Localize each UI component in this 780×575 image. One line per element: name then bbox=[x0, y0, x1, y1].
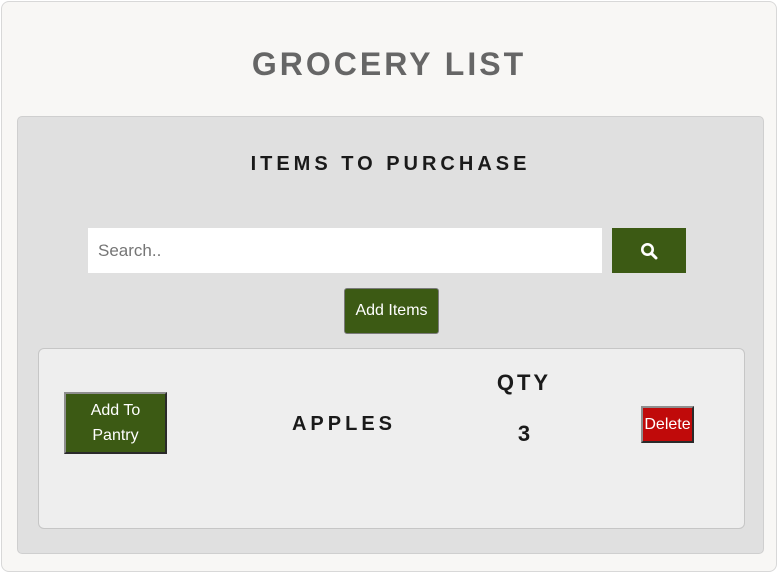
search-button[interactable] bbox=[612, 228, 686, 273]
search-input[interactable] bbox=[88, 228, 602, 273]
items-panel: ITEMS TO PURCHASE Add Items Add To Pantr… bbox=[17, 116, 764, 554]
app-container: GROCERY LIST ITEMS TO PURCHASE Add Items… bbox=[1, 1, 777, 572]
add-to-pantry-button[interactable]: Add To Pantry bbox=[64, 392, 167, 454]
qty-value: 3 bbox=[517, 421, 531, 446]
list-item: Add To Pantry APPLES QTY 3 Delete bbox=[38, 348, 745, 529]
item-name: APPLES bbox=[291, 413, 397, 435]
add-items-button[interactable]: Add Items bbox=[344, 288, 439, 334]
delete-button[interactable]: Delete bbox=[641, 406, 694, 443]
page-title: GROCERY LIST bbox=[251, 46, 527, 82]
qty-label: QTY bbox=[496, 370, 552, 395]
search-icon bbox=[640, 242, 658, 260]
panel-title: ITEMS TO PURCHASE bbox=[250, 153, 531, 175]
